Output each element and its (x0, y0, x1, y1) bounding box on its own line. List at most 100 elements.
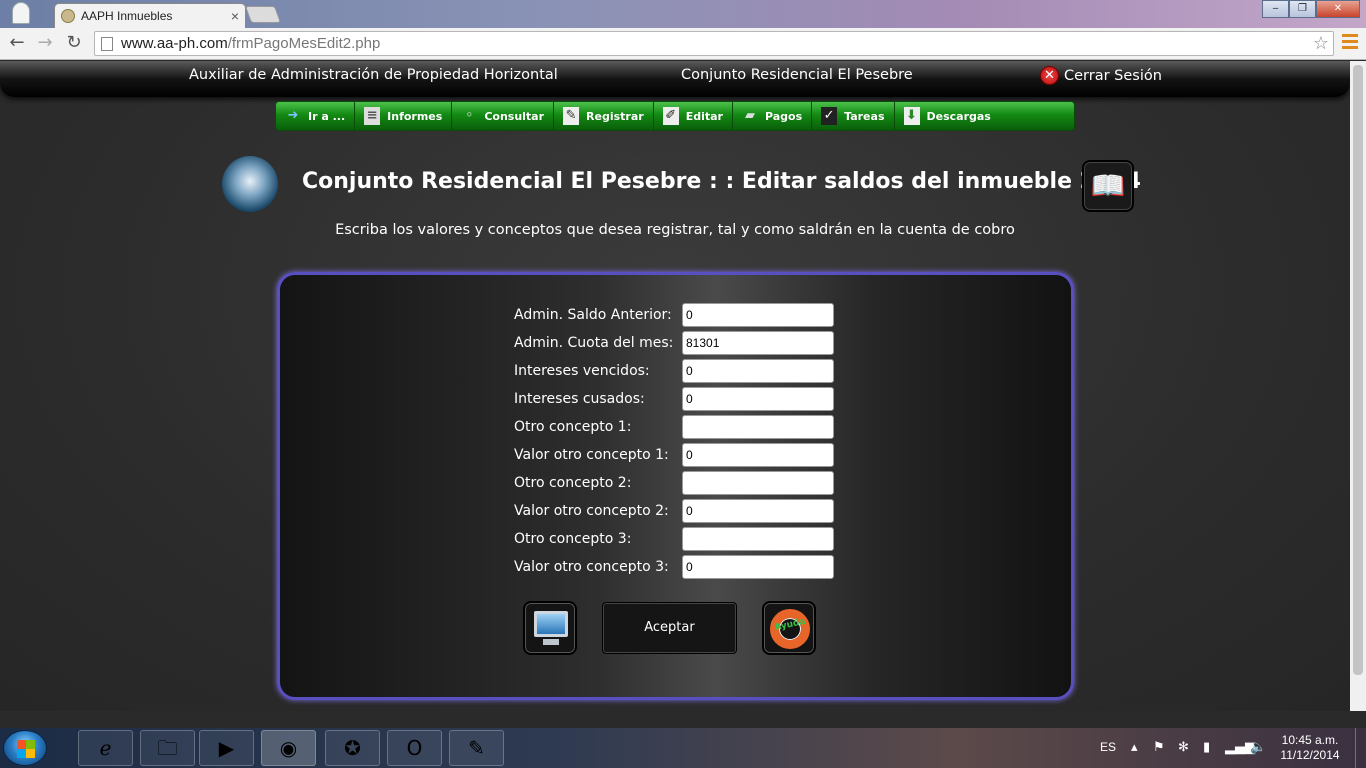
money-icon: ▰ (744, 108, 755, 123)
form-row: Valor otro concepto 1: (514, 442, 834, 468)
field-label: Admin. Cuota del mes: (514, 335, 674, 351)
chrome-icon[interactable]: ◉ (261, 730, 316, 766)
menu-item-editar[interactable]: ✐ Editar (654, 102, 733, 130)
volume-icon[interactable]: 🔈 (1250, 740, 1266, 755)
menu-label: Consultar (484, 109, 545, 123)
arrow-icon: ➜ (287, 108, 299, 123)
taskbar: ℯ 🗀 ▶ ◉ ✪ O ✎ ES ▴ ⚑ ✻ ▮ ▂▄▆ 🔈 10:45 a.m… (0, 728, 1366, 768)
menu-label: Pagos (764, 109, 803, 123)
browser-tab[interactable]: AAPH Inmuebles × (54, 3, 246, 28)
menu-item-pagos[interactable]: ▰ Pagos (733, 102, 813, 130)
tray-expand-icon[interactable]: ▴ (1131, 740, 1138, 755)
monitor-stand (543, 639, 559, 645)
form-row: Otro concepto 1: (514, 414, 834, 440)
tab-close-icon[interactable]: × (231, 8, 239, 24)
site-header: Auxiliar de Administración de Propiedad … (0, 61, 1350, 97)
form-row: Intereses vencidos: (514, 358, 834, 384)
close-window-button[interactable]: ✕ (1316, 0, 1360, 18)
language-indicator[interactable]: ES (1100, 740, 1116, 754)
form-row: Admin. Saldo Anterior: (514, 302, 834, 328)
system-clock[interactable]: 10:45 a.m. 11/12/2014 (1272, 733, 1348, 763)
media-player-icon[interactable]: ▶ (199, 730, 254, 766)
menu-label: Editar (685, 109, 723, 123)
vertical-scrollbar[interactable] (1350, 61, 1366, 711)
clock-date: 11/12/2014 (1280, 748, 1340, 762)
menu-item-ir-a[interactable]: ➜ Ir a ... (276, 102, 356, 130)
tab-title: AAPH Inmuebles (81, 9, 173, 23)
profile-icon[interactable] (12, 2, 30, 24)
logout-label: Cerrar Sesión (1064, 67, 1162, 84)
intereses-vencidos-input[interactable] (682, 359, 834, 383)
menu-item-tareas[interactable]: ✓ Tareas (812, 102, 895, 130)
menu-item-registrar[interactable]: ✎ Registrar (554, 102, 654, 130)
intereses-causados-input[interactable] (682, 387, 834, 411)
otro-concepto-3-input[interactable] (682, 527, 834, 551)
power-icon[interactable]: ▮ (1203, 740, 1210, 755)
menu-item-consultar[interactable]: ⚬ Consultar (452, 102, 555, 130)
web-page: Auxiliar de Administración de Propiedad … (0, 61, 1350, 711)
saldo-anterior-input[interactable] (682, 303, 834, 327)
new-tab-button[interactable] (244, 6, 282, 23)
monitor-icon (534, 611, 568, 637)
form-row: Admin. Cuota del mes: (514, 330, 834, 356)
start-button[interactable] (3, 730, 47, 766)
otro-concepto-1-input[interactable] (682, 415, 834, 439)
opera-icon[interactable]: O (387, 730, 442, 766)
address-bar[interactable]: www.aa-ph.com/frmPagoMesEdit2.php ☆ (94, 31, 1334, 56)
explorer-icon[interactable]: 🗀 (140, 730, 195, 766)
tray-app-icon[interactable]: ✻ (1178, 740, 1189, 755)
ie-icon[interactable]: ℯ (78, 730, 133, 766)
menu-item-descargas[interactable]: ⬇ Descargas (895, 102, 1000, 130)
app-name: Auxiliar de Administración de Propiedad … (189, 67, 558, 83)
field-label: Intereses vencidos: (514, 363, 650, 379)
action-center-flag-icon[interactable]: ⚑ (1153, 740, 1165, 755)
reload-icon[interactable]: ↻ (63, 32, 85, 54)
monitor-button[interactable] (523, 601, 577, 655)
browser-menu-icon[interactable] (1342, 34, 1358, 52)
cuota-mes-input[interactable] (682, 331, 834, 355)
clock-time: 10:45 a.m. (1281, 733, 1339, 747)
main-menu: ➜ Ir a ... ≡ Informes ⚬ Consultar ✎ Registra… (275, 101, 1075, 131)
menu-label: Registrar (586, 109, 644, 123)
form-row: Valor otro concepto 2: (514, 498, 834, 524)
menu-item-informes[interactable]: ≡ Informes (355, 102, 453, 130)
field-label: Intereses cusados: (514, 391, 645, 407)
valor-concepto-2-input[interactable] (682, 499, 834, 523)
otro-concepto-2-input[interactable] (682, 471, 834, 495)
forward-icon[interactable]: → (34, 32, 56, 54)
bookmark-star-icon[interactable]: ☆ (1313, 33, 1329, 54)
show-desktop-button[interactable] (1355, 728, 1366, 768)
complex-logo (222, 156, 278, 212)
form-row: Intereses cusados: (514, 386, 834, 412)
report-icon: ≡ (364, 107, 381, 125)
accept-button[interactable]: Aceptar (602, 602, 737, 654)
url-path: /frmPagoMesEdit2.php (227, 35, 381, 52)
url-host: www.aa-ph.com (121, 35, 228, 52)
tasks-icon: ✓ (821, 107, 838, 125)
close-circle-icon: ✕ (1040, 66, 1059, 85)
valor-concepto-3-input[interactable] (682, 555, 834, 579)
menu-label: Descargas (926, 109, 991, 123)
form-row: Valor otro concepto 3: (514, 554, 834, 580)
maximize-button[interactable]: ❐ (1289, 0, 1316, 18)
window-controls: ‒ ❐ ✕ (1262, 0, 1360, 18)
scrollbar-thumb[interactable] (1353, 65, 1363, 675)
menu-label: Informes (387, 109, 443, 123)
pencil-icon: ✎ (563, 107, 580, 125)
field-label: Valor otro concepto 1: (514, 447, 669, 463)
browser-tabstrip: AAPH Inmuebles × ‒ ❐ ✕ (0, 0, 1366, 28)
field-label: Otro concepto 1: (514, 419, 632, 435)
browser-toolbar: ← → ↻ www.aa-ph.com/frmPagoMesEdit2.php … (0, 28, 1366, 60)
valor-concepto-1-input[interactable] (682, 443, 834, 467)
page-icon (101, 36, 113, 51)
logout-button[interactable]: ✕ Cerrar Sesión (1040, 66, 1162, 85)
field-label: Valor otro concepto 3: (514, 559, 669, 575)
back-icon[interactable]: ← (6, 32, 28, 54)
paint-icon[interactable]: ✎ (449, 730, 504, 766)
field-label: Otro concepto 3: (514, 531, 632, 547)
complex-name: Conjunto Residencial El Pesebre (681, 67, 913, 83)
book-icon[interactable]: 📖 (1082, 160, 1134, 212)
minimize-button[interactable]: ‒ (1262, 0, 1289, 18)
help-button[interactable]: Ayuda (762, 601, 816, 655)
firefox-icon[interactable]: ✪ (325, 730, 380, 766)
